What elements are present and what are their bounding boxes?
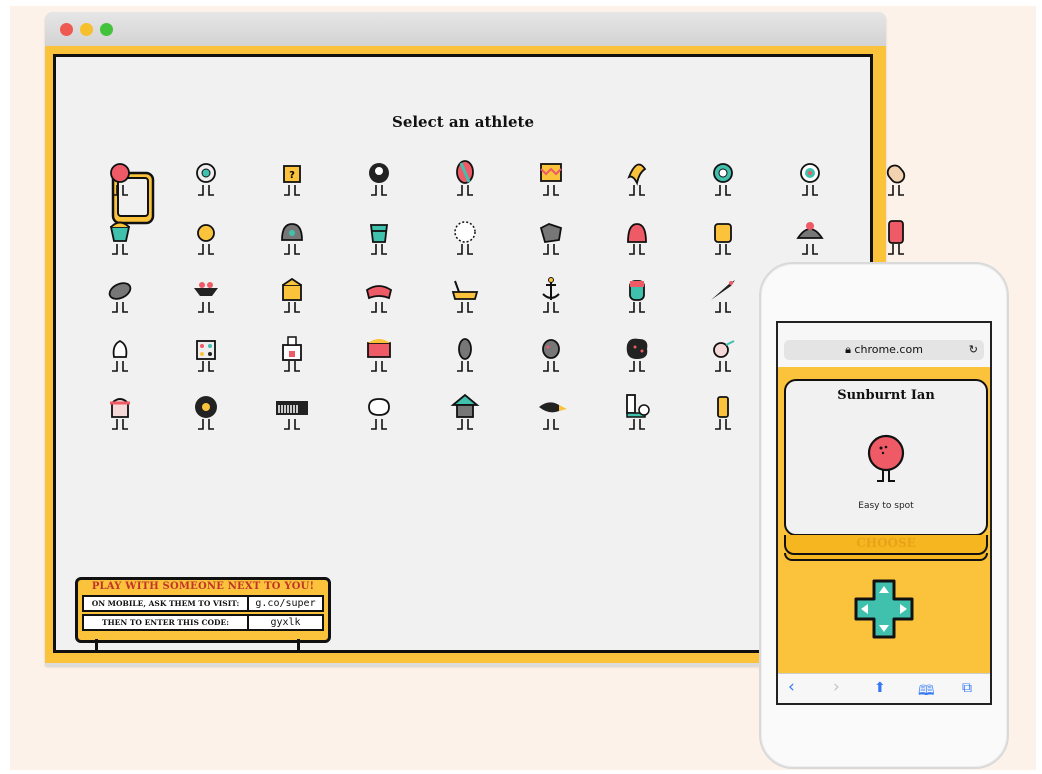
athlete-28-icon[interactable] xyxy=(701,270,745,318)
athlete-23-icon[interactable] xyxy=(270,270,314,318)
athlete-25-icon[interactable] xyxy=(443,270,487,318)
athlete-18-icon[interactable] xyxy=(701,212,745,260)
back-arrow-icon[interactable]: ‹ xyxy=(788,677,795,697)
sign-leg-left xyxy=(95,639,98,651)
athlete-33-icon[interactable] xyxy=(270,329,314,377)
phone-screen: 🔒︎ chrome.com ↻ Sunburnt Ian Easy to spo… xyxy=(776,321,992,705)
athlete-47-icon[interactable] xyxy=(615,387,659,435)
athlete-2-icon[interactable] xyxy=(184,153,228,201)
athlete-21-icon[interactable] xyxy=(98,270,142,318)
game-screen: Select an athlete ? PLAY WITH SOMEONE NE… xyxy=(53,54,910,653)
minimize-window-button[interactable] xyxy=(80,23,93,36)
sign-leg-right xyxy=(297,639,300,651)
sign-headline: PLAY WITH SOMEONE NEXT TO YOU! xyxy=(91,581,315,592)
athlete-16-icon[interactable] xyxy=(529,212,573,260)
athlete-34-icon[interactable] xyxy=(357,329,401,377)
athlete-38-icon[interactable] xyxy=(701,329,745,377)
page-title: Select an athlete xyxy=(391,113,535,131)
athlete-6-icon[interactable] xyxy=(529,153,573,201)
athlete-24-icon[interactable] xyxy=(357,270,401,318)
athlete-35-icon[interactable] xyxy=(443,329,487,377)
athlete-22-icon[interactable] xyxy=(184,270,228,318)
visit-label: ON MOBILE, ASK THEM TO VISIT: xyxy=(84,597,249,610)
browser-titlebar xyxy=(45,12,886,46)
pairing-code: gyxlk xyxy=(270,617,301,628)
maximize-window-button[interactable] xyxy=(100,23,113,36)
athlete-31-icon[interactable] xyxy=(98,329,142,377)
athlete-9-icon[interactable] xyxy=(788,153,832,201)
athlete-15-icon[interactable] xyxy=(443,212,487,260)
athlete-10-icon[interactable] xyxy=(874,153,918,201)
svg-text:?: ? xyxy=(289,170,295,181)
bookmarks-icon[interactable]: 🕮︎ xyxy=(918,680,935,703)
athlete-48-icon[interactable] xyxy=(701,387,745,435)
pairing-sign: PLAY WITH SOMEONE NEXT TO YOU! ON MOBILE… xyxy=(75,577,331,643)
athlete-11-icon[interactable] xyxy=(98,212,142,260)
athlete-name: Sunburnt Ian xyxy=(837,388,935,403)
close-window-button[interactable] xyxy=(60,23,73,36)
code-label: THEN TO ENTER THIS CODE: xyxy=(84,616,249,629)
athlete-13-icon[interactable] xyxy=(270,212,314,260)
address-field[interactable]: 🔒︎ chrome.com ↻ xyxy=(784,340,984,360)
athlete-44-icon[interactable] xyxy=(357,387,401,435)
forward-arrow-icon[interactable]: › xyxy=(833,677,840,697)
code-row: THEN TO ENTER THIS CODE: gyxlk xyxy=(82,614,324,631)
dpad-icon[interactable] xyxy=(853,578,915,640)
athlete-43-icon[interactable] xyxy=(270,387,314,435)
visit-url: g.co/super xyxy=(255,598,316,609)
athlete-41-icon[interactable] xyxy=(98,387,142,435)
athlete-17-icon[interactable] xyxy=(615,212,659,260)
athlete-36-icon[interactable] xyxy=(529,329,573,377)
athlete-7-icon[interactable] xyxy=(615,153,659,201)
athlete-26-icon[interactable] xyxy=(529,270,573,318)
athlete-1-icon[interactable] xyxy=(98,153,142,201)
athlete-20-icon[interactable] xyxy=(874,212,918,260)
tabs-icon[interactable]: ⧉ xyxy=(962,680,972,696)
athlete-5-icon[interactable] xyxy=(443,153,487,201)
athlete-45-icon[interactable] xyxy=(443,387,487,435)
athlete-4-icon[interactable] xyxy=(357,153,401,201)
lock-icon: 🔒︎ xyxy=(845,343,851,356)
athlete-32-icon[interactable] xyxy=(184,329,228,377)
share-icon[interactable]: ⬆︎ xyxy=(874,680,886,696)
choose-button[interactable]: CHOOSE xyxy=(784,535,988,555)
athlete-42-icon[interactable] xyxy=(184,387,228,435)
athlete-27-icon[interactable] xyxy=(615,270,659,318)
athlete-14-icon[interactable] xyxy=(357,212,401,260)
athlete-12-icon[interactable] xyxy=(184,212,228,260)
sunburnt-ian-icon xyxy=(867,434,905,482)
phone-device: 🔒︎ chrome.com ↻ Sunburnt Ian Easy to spo… xyxy=(759,262,1009,769)
url-text: chrome.com xyxy=(854,343,923,356)
athlete-46-icon[interactable] xyxy=(529,387,573,435)
visit-row: ON MOBILE, ASK THEM TO VISIT: g.co/super xyxy=(82,595,324,612)
phone-url-bar: 🔒︎ chrome.com ↻ xyxy=(778,323,990,367)
athlete-8-icon[interactable] xyxy=(701,153,745,201)
phone-toolbar: ‹ › ⬆︎ 🕮︎ ⧉ xyxy=(778,673,990,703)
athlete-card: Sunburnt Ian Easy to spot xyxy=(784,379,988,536)
athlete-37-icon[interactable] xyxy=(615,329,659,377)
reload-icon[interactable]: ↻ xyxy=(969,340,978,360)
athlete-3-icon[interactable]: ? xyxy=(270,153,314,201)
athlete-description: Easy to spot xyxy=(858,501,914,511)
athlete-19-icon[interactable] xyxy=(788,212,832,260)
